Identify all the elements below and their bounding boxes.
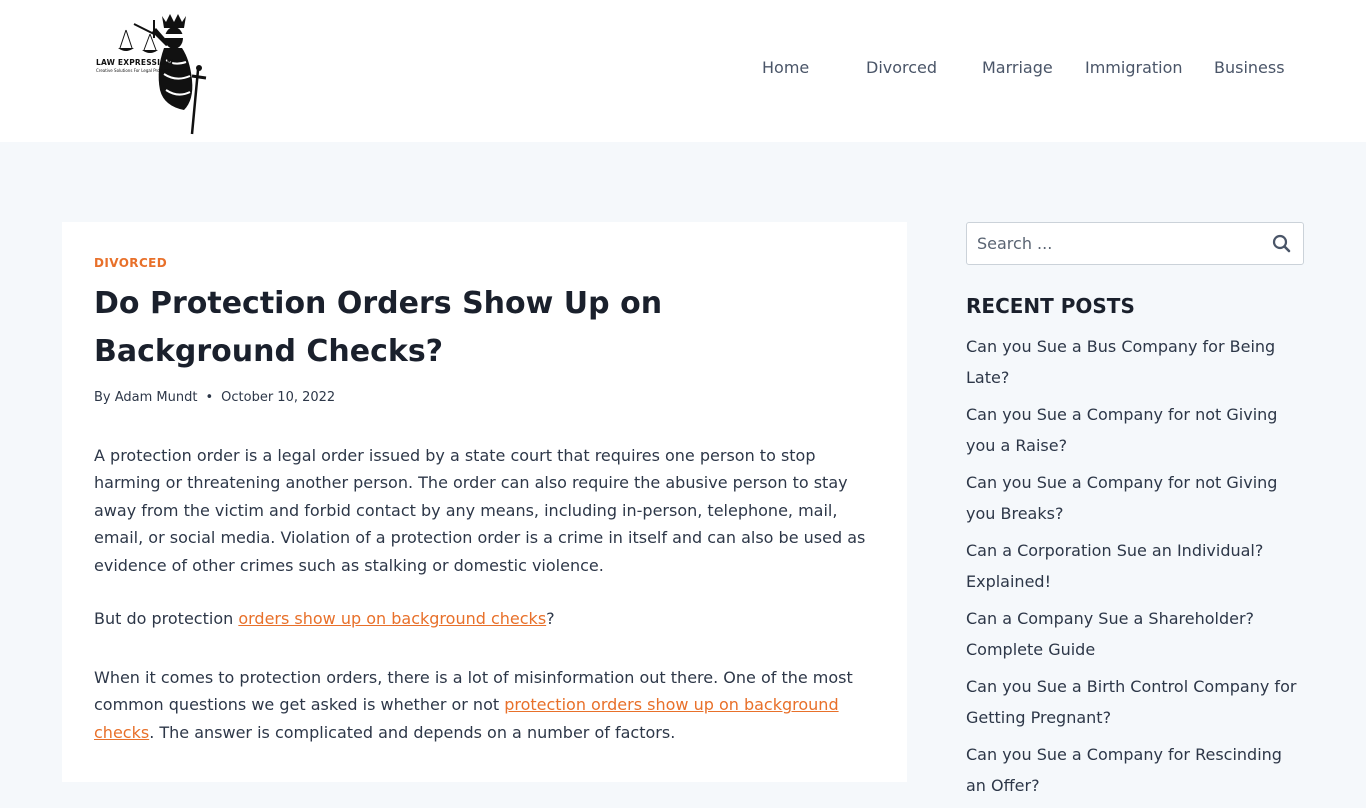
nav-immigration[interactable]: Immigration (1085, 58, 1183, 77)
paragraph-text: But do protection (94, 609, 239, 628)
recent-post-link[interactable]: Can you Sue a Birth Control Company for … (966, 672, 1304, 733)
paragraph-text: ? (546, 609, 555, 628)
recent-post-link[interactable]: Can you Sue a Company for not Giving you… (966, 468, 1304, 529)
logo-tagline: Creative Solutions For Legal Problems (96, 68, 172, 73)
meta-separator: • (205, 390, 214, 405)
nav-marriage[interactable]: Marriage (982, 58, 1053, 77)
recent-post-link[interactable]: Can a Company Sue a Shareholder? Complet… (966, 604, 1304, 665)
nav-divorced[interactable]: Divorced (866, 58, 937, 77)
recent-post-link[interactable]: Can you Sue a Company for Rescinding an … (966, 740, 1304, 801)
lady-justice-icon (118, 14, 207, 135)
search-form (966, 222, 1304, 265)
recent-posts-list: Can you Sue a Bus Company for Being Late… (966, 332, 1304, 808)
search-input[interactable] (967, 223, 1247, 264)
article-title: Do Protection Orders Show Up on Backgrou… (94, 286, 663, 369)
site-logo[interactable]: LAW EXPRESSION Creative Solutions For Le… (94, 10, 214, 136)
recent-posts-heading: RECENT POSTS (966, 294, 1135, 318)
article-paragraph: But do protection orders show up on back… (94, 605, 874, 632)
paragraph-text: . The answer is complicated and depends … (149, 722, 676, 742)
nav-business[interactable]: Business (1214, 58, 1285, 77)
article-meta: By Adam Mundt • October 10, 2022 (94, 390, 335, 405)
background-checks-link[interactable]: orders show up on background checks (238, 609, 546, 628)
author-link[interactable]: By Adam Mundt (94, 390, 197, 405)
article-paragraph: A protection order is a legal order issu… (94, 446, 866, 575)
nav-home[interactable]: Home (762, 58, 809, 77)
article-paragraph: When it comes to protection orders, ther… (94, 664, 864, 746)
search-icon[interactable] (1271, 233, 1293, 255)
recent-post-link[interactable]: Can a Corporation Sue an Individual? Exp… (966, 536, 1304, 597)
logo-text: LAW EXPRESSION (96, 58, 174, 67)
site-header: LAW EXPRESSION Creative Solutions For Le… (0, 0, 1366, 142)
recent-post-link[interactable]: Can you Sue a Company for not Giving you… (966, 400, 1304, 461)
category-link[interactable]: DIVORCED (94, 256, 167, 270)
publish-date: October 10, 2022 (221, 390, 336, 405)
recent-post-link[interactable]: Can you Sue a Bus Company for Being Late… (966, 332, 1304, 393)
article-card: DIVORCED Do Protection Orders Show Up on… (62, 222, 907, 782)
